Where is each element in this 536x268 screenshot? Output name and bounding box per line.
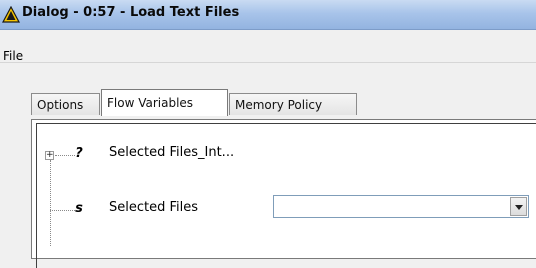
tab-options[interactable]: Options <box>31 93 100 115</box>
tree-connector <box>50 160 51 246</box>
menu-file[interactable]: File <box>3 49 23 63</box>
tab-memory-policy[interactable]: Memory Policy <box>229 93 357 115</box>
tree-item-label[interactable]: Selected Files <box>109 200 198 215</box>
tree-item-label[interactable]: Selected Files_Int... <box>109 145 234 160</box>
flow-variable-combo[interactable] <box>273 195 529 218</box>
menu-bar: File <box>0 30 536 63</box>
title-bar[interactable]: Dialog - 0:57 - Load Text Files <box>0 0 536 30</box>
flow-variables-panel <box>31 119 536 268</box>
window-title: Dialog - 0:57 - Load Text Files <box>22 5 240 20</box>
string-type-icon: s <box>75 201 83 216</box>
unknown-type-icon: ? <box>75 146 83 161</box>
warning-icon <box>2 6 20 23</box>
combo-dropdown-button[interactable] <box>510 197 527 216</box>
tree-branch-1 <box>55 155 75 156</box>
tab-flow-variables[interactable]: Flow Variables <box>101 89 228 116</box>
expand-plus-icon[interactable]: + <box>45 151 54 160</box>
tree-branch-2 <box>50 210 75 211</box>
chevron-down-icon <box>515 205 523 210</box>
